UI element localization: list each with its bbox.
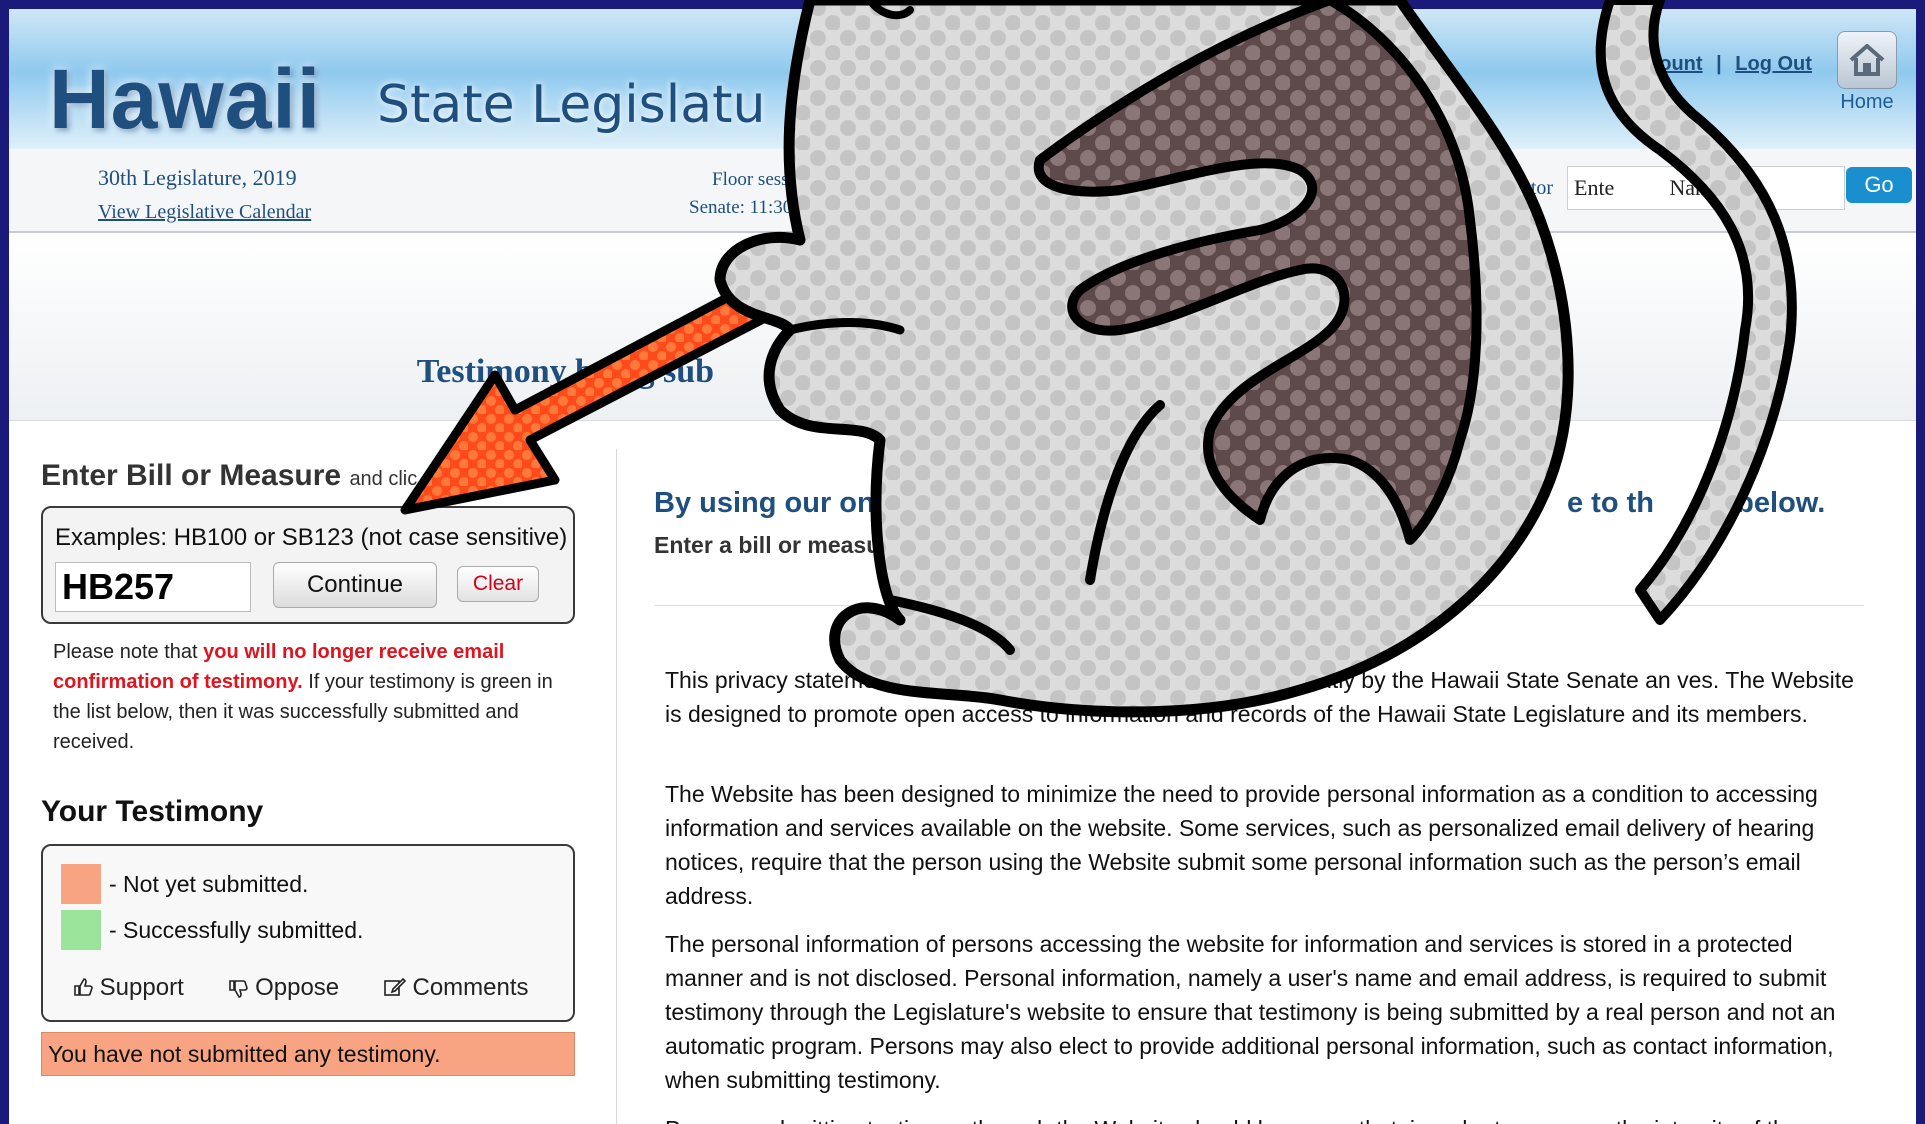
site-banner: Hawaii State Legislatu ccount | Log Out … [9,9,1916,149]
edit-icon [384,977,406,996]
left-column: Enter Bill or Measure and clic Examples:… [9,421,614,1124]
terms-divider [654,605,1864,606]
page-subtitle: Testimony being sub .com) [416,353,1509,390]
legend-submitted-label: - Successfully submitted. [109,916,364,943]
senate-time-label: Senate: 11:30 a. [689,197,811,218]
legislature-bar: 30th Legislature, 2019 View Legislative … [9,149,1916,233]
thumbs-down-icon [229,980,249,998]
terms-heading-start: By using our on [654,487,875,519]
thumbs-up-icon [74,978,93,996]
bill-entry-heading: Enter Bill or Measure and clic [41,459,417,493]
testimony-legend: - Not yet submitted. - Successfully subm… [41,844,575,1022]
home-icon [1837,31,1897,89]
link-separator: | [1716,53,1722,75]
home-button[interactable]: Home [1835,31,1899,117]
legend-submitted: - Successfully submitted. [61,910,363,950]
legislator-label: Legislator [1472,177,1554,199]
privacy-paragraph-4: Persons submitting testimony through the… [665,1112,1865,1124]
continue-button[interactable]: Continue [273,562,437,608]
swatch-submitted [61,910,101,950]
floor-session-label: Floor session [712,169,813,190]
account-links: ccount | Log Out [1637,53,1812,76]
testimony-type-legend: Support Oppose Comments [73,974,529,1002]
bill-number-input[interactable] [55,562,251,612]
column-divider [616,449,617,1124]
swatch-not-submitted [61,864,101,904]
comments-label: Comments [412,974,529,1001]
your-testimony-heading: Your Testimony [41,795,264,828]
support-label: Support [99,974,184,1001]
legislator-search-input[interactable] [1567,166,1845,210]
browser-page: Hawaii State Legislatu ccount | Log Out … [9,9,1916,1124]
logout-link[interactable]: Log Out [1735,53,1812,75]
page-title: S [944,262,981,333]
account-link[interactable]: ccount [1637,53,1703,75]
site-logo-subtitle: State Legislatu [377,75,766,135]
bill-entry-box: Examples: HB100 or SB123 (not case sensi… [41,506,575,624]
legend-not-submitted: - Not yet submitted. [61,864,308,904]
no-testimony-message: You have not submitted any testimony. [41,1032,575,1076]
legend-oppose: Oppose [228,974,345,1001]
privacy-paragraph-1: This privacy statement appl www.capitol.… [665,667,1854,727]
email-confirmation-note: Please note that you will no longer rece… [53,637,563,757]
title-band: S Testimony being sub .com) [9,235,1916,421]
legend-comments: Comments [384,974,529,1001]
privacy-paragraph-2: The Website has been designed to minimiz… [665,781,1818,909]
bill-entry-heading-suffix: and clic [349,468,418,490]
terms-heading-end: e to th ns below. [1567,487,1826,519]
bill-entry-heading-text: Enter Bill or Measure [41,459,342,492]
home-label: Home [1840,91,1894,113]
bill-examples-hint: Examples: HB100 or SB123 (not case sensi… [55,524,568,551]
terms-subheading: Enter a bill or measu [654,532,881,558]
session-label: 30th Legislature, 2019 [98,165,297,190]
note-prefix: Please note that [53,641,204,663]
legend-not-submitted-label: - Not yet submitted. [109,870,309,897]
legislator-go-button[interactable]: Go [1846,167,1912,203]
legend-support: Support [73,974,190,1001]
privacy-paragraph-3: The personal information of persons acce… [665,931,1836,1093]
site-logo-hawaii[interactable]: Hawaii [49,51,321,148]
oppose-label: Oppose [255,974,340,1001]
clear-button[interactable]: Clear [457,566,539,602]
calendar-link[interactable]: View Legislative Calendar [98,201,311,224]
